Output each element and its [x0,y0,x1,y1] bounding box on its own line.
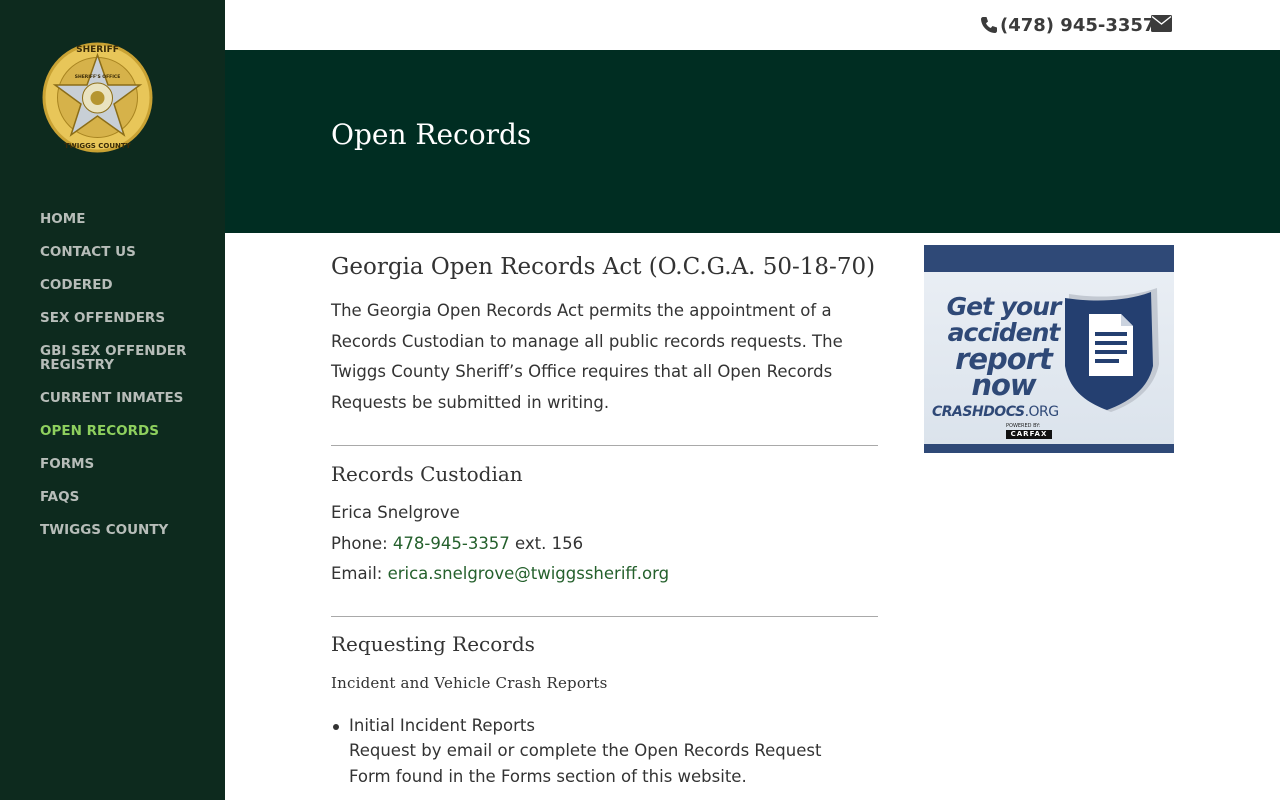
requesting-list: Initial Incident Reports Request by emai… [331,713,851,790]
phone-number: (478) 945-3357 [1000,14,1156,36]
nav-item-sex-offenders[interactable]: SEX OFFENDERS [40,311,190,325]
custodian-phone-line: Phone: 478-945-3357 ext. 156 [331,529,881,560]
nav-item-home[interactable]: HOME [40,212,190,226]
divider [331,445,878,446]
sidebar: SHERIFF TWIGGS COUNTY SHERIFF'S OFFICE H… [0,0,225,800]
nav-item-open-records[interactable]: OPEN RECORDS [40,424,190,438]
content-heading: Georgia Open Records Act (O.C.G.A. 50-18… [331,254,876,280]
ad-brand-light: .ORG [1024,404,1060,420]
page-header-banner: Open Records [225,50,1280,233]
main-nav: HOME CONTACT US CODERED SEX OFFENDERS GB… [40,212,190,556]
list-item-text: Request by email or complete the Open Re… [349,741,822,786]
logo-center-text: SHERIFF'S OFFICE [75,74,121,80]
header-phone[interactable]: (478) 945-3357 [979,13,1155,37]
logo-top-text: SHERIFF [76,45,119,55]
phone-icon [981,17,997,33]
crashdocs-ad[interactable]: Get your accident report now CRASHDOCS.O… [924,245,1174,453]
nav-item-codered[interactable]: CODERED [40,278,190,292]
custodian-heading: Records Custodian [331,462,523,486]
phone-ext: ext. 156 [509,533,584,553]
document-shield-icon [1065,288,1159,412]
ad-brand: CRASHDOCS.ORG [932,404,1059,420]
nav-item-gbi-sex-offender-registry[interactable]: GBI SEX OFFENDER REGISTRY [40,344,190,372]
custodian-email-link[interactable]: erica.snelgrove@twiggssheriff.org [388,564,669,583]
mail-icon[interactable] [1151,15,1172,32]
ad-brand-bold: CRASHDOCS [932,404,1025,420]
phone-label: Phone: [331,533,393,553]
requesting-heading: Requesting Records [331,631,535,656]
email-label: Email: [331,564,388,583]
nav-item-current-inmates[interactable]: CURRENT INMATES [40,391,190,405]
carfax-logo: CARFAX [1006,430,1052,439]
nav-item-faqs[interactable]: FAQS [40,490,190,504]
custodian-phone-link[interactable]: 478-945-3357 [393,534,510,553]
custodian-email-line: Email: erica.snelgrove@twiggssheriff.org [331,559,881,590]
ad-line-1: Get your [946,292,1062,321]
ad-powered-by: POWERED BY: [1006,423,1041,429]
page-title: Open Records [331,118,532,151]
list-item: Initial Incident Reports Request by emai… [331,713,851,790]
top-bar: (478) 945-3357 [225,0,1280,50]
intro-paragraph: The Georgia Open Records Act permits the… [331,301,843,412]
nav-item-forms[interactable]: FORMS [40,457,190,471]
logo-bottom-text: TWIGGS COUNTY [64,142,131,150]
requesting-subheading: Incident and Vehicle Crash Reports [331,673,608,692]
divider [331,615,878,617]
list-item-title: Initial Incident Reports [349,715,535,735]
ad-headline: Get your accident report now [941,292,1066,400]
ad-panel: Get your accident report now CRASHDOCS.O… [924,272,1174,444]
custodian-name: Erica Snelgrove [331,503,460,522]
nav-item-twiggs-county[interactable]: TWIGGS COUNTY [40,523,190,537]
main-content: Georgia Open Records Act (O.C.G.A. 50-18… [331,250,881,789]
sheriff-badge-logo[interactable]: SHERIFF TWIGGS COUNTY SHERIFF'S OFFICE [40,40,155,155]
nav-item-contact-us[interactable]: CONTACT US [40,245,190,259]
